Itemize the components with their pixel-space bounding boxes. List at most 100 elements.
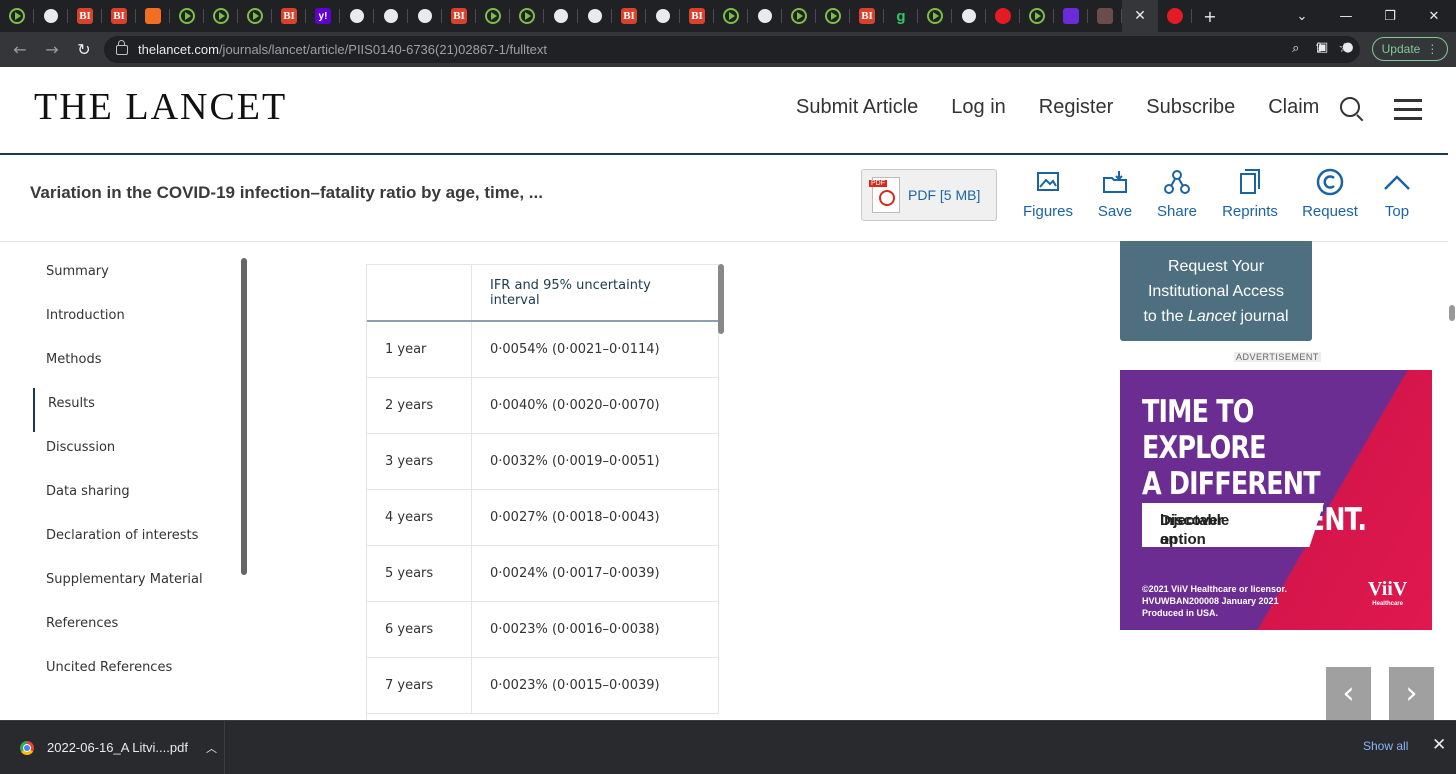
- back-button[interactable]: ←: [4, 40, 36, 59]
- article-outline: Summary Introduction Methods Results Dis…: [33, 256, 243, 696]
- request-button[interactable]: Request: [1302, 168, 1358, 220]
- top-nav: Submit Article Log in Register Subscribe…: [796, 96, 1319, 119]
- restore-icon[interactable]: ❐: [1368, 0, 1412, 32]
- browser-tab[interactable]: [1054, 0, 1088, 32]
- outline-scrollbar[interactable]: [241, 258, 247, 575]
- new-tab-icon[interactable]: +: [1192, 0, 1228, 32]
- toc-summary[interactable]: Summary: [33, 256, 243, 300]
- nav-log-in[interactable]: Log in: [951, 96, 1006, 119]
- zoom-icon[interactable]: ⌕: [1292, 41, 1299, 56]
- toc-introduction[interactable]: Introduction: [33, 300, 243, 344]
- window-close-icon[interactable]: ✕: [1412, 0, 1456, 32]
- forward-button[interactable]: →: [36, 40, 68, 59]
- reload-button[interactable]: ↻: [68, 40, 100, 59]
- top-button[interactable]: Top: [1383, 169, 1411, 220]
- browser-tab[interactable]: [0, 0, 34, 32]
- download-item[interactable]: 2022-06-16_A Litvi....pdf ︿: [0, 721, 225, 774]
- browser-tab[interactable]: BI: [272, 0, 306, 32]
- advertisement-banner[interactable]: TIME TO EXPLORE A DIFFERENT HIV TREATMEN…: [1120, 370, 1432, 630]
- browser-tab[interactable]: BI: [442, 0, 476, 32]
- chevron-up-icon[interactable]: ︿: [206, 740, 217, 756]
- browser-tab[interactable]: BI: [850, 0, 884, 32]
- toc-declaration-of-interests[interactable]: Declaration of interests: [33, 520, 243, 564]
- pdf-download-button[interactable]: PDF [5 MB]: [861, 169, 997, 221]
- browser-tab[interactable]: [170, 0, 204, 32]
- browser-tab[interactable]: [1158, 0, 1192, 32]
- table-row: 2 years 0·0040% (0·0020–0·0070): [367, 377, 719, 434]
- browser-tab[interactable]: [986, 0, 1020, 32]
- browser-tab[interactable]: [374, 0, 408, 32]
- play-favicon-icon: [485, 8, 501, 24]
- carousel-next-button[interactable]: ›: [1389, 667, 1434, 720]
- browser-tab[interactable]: [408, 0, 442, 32]
- browser-tab[interactable]: [510, 0, 544, 32]
- hamburger-menu-icon[interactable]: [1394, 99, 1422, 126]
- browser-tab[interactable]: [1020, 0, 1054, 32]
- table-scrollbar[interactable]: [718, 264, 724, 334]
- browser-tab[interactable]: BI: [102, 0, 136, 32]
- browser-tab[interactable]: [646, 0, 680, 32]
- play-favicon-icon: [723, 8, 739, 24]
- browser-tab[interactable]: BI: [612, 0, 646, 32]
- browser-tab[interactable]: BI: [680, 0, 714, 32]
- search-icon[interactable]: [1340, 97, 1360, 117]
- minimize-icon[interactable]: —: [1324, 0, 1368, 32]
- browser-tab[interactable]: [238, 0, 272, 32]
- browser-tab[interactable]: [816, 0, 850, 32]
- browser-tab[interactable]: [918, 0, 952, 32]
- browser-tab[interactable]: [204, 0, 238, 32]
- browser-tab[interactable]: [544, 0, 578, 32]
- toc-methods[interactable]: Methods: [33, 344, 243, 388]
- reprints-button[interactable]: Reprints: [1222, 169, 1278, 220]
- toc-discussion[interactable]: Discussion: [33, 432, 243, 476]
- browser-tab[interactable]: [748, 0, 782, 32]
- share-button[interactable]: Share: [1157, 169, 1197, 220]
- bi-favicon-icon: BI: [451, 8, 467, 24]
- nav-submit-article[interactable]: Submit Article: [796, 96, 918, 119]
- update-button[interactable]: Update ⋮: [1372, 37, 1448, 61]
- toc-supplementary-material[interactable]: Supplementary Material: [33, 564, 243, 608]
- tab-search-chevron-icon[interactable]: ⌄: [1280, 0, 1324, 32]
- toc-uncited-references[interactable]: Uncited References: [33, 652, 243, 696]
- browser-tab[interactable]: [578, 0, 612, 32]
- close-icon[interactable]: ✕: [1432, 735, 1446, 755]
- active-tab-close-icon[interactable]: ✕: [1122, 0, 1158, 32]
- bi-favicon-icon: BI: [77, 8, 93, 24]
- show-all-downloads-link[interactable]: Show all: [1363, 739, 1408, 753]
- profile-icon[interactable]: ●: [1342, 40, 1353, 55]
- pdf-label: PDF [5 MB]: [908, 187, 981, 203]
- table-header-row: IFR and 95% uncertainty interval: [367, 265, 719, 322]
- page-scrollbar[interactable]: [1449, 305, 1455, 321]
- browser-tab[interactable]: [136, 0, 170, 32]
- browser-tab[interactable]: y!: [306, 0, 340, 32]
- browser-tab[interactable]: [340, 0, 374, 32]
- age-cell: 7 years: [367, 657, 472, 714]
- browser-tab[interactable]: [952, 0, 986, 32]
- pdf-icon: [869, 177, 900, 213]
- side-panel-icon[interactable]: ▣: [1316, 40, 1328, 55]
- institutional-access-button[interactable]: Request Your Institutional Access to the…: [1120, 241, 1312, 341]
- save-button[interactable]: Save: [1097, 169, 1133, 220]
- lancet-logo[interactable]: THE LANCET: [34, 85, 287, 129]
- ifr-cell: 0·0027% (0·0018–0·0043): [471, 489, 719, 546]
- browser-tab[interactable]: [476, 0, 510, 32]
- ad-cta[interactable]: Discover an injectable option: [1142, 503, 1324, 547]
- browser-tab[interactable]: BI: [68, 0, 102, 32]
- nav-claim[interactable]: Claim: [1268, 96, 1319, 119]
- nav-subscribe[interactable]: Subscribe: [1146, 96, 1235, 119]
- globe-favicon-icon: [554, 9, 568, 23]
- address-bar[interactable]: thelancet.com/journals/lancet/article/PI…: [104, 36, 1360, 63]
- carousel-prev-button[interactable]: ‹: [1326, 667, 1371, 720]
- column-header-ifr: IFR and 95% uncertainty interval: [471, 265, 719, 322]
- figures-button[interactable]: Figures: [1023, 169, 1073, 220]
- toc-data-sharing[interactable]: Data sharing: [33, 476, 243, 520]
- browser-tab[interactable]: [782, 0, 816, 32]
- toc-references[interactable]: References: [33, 608, 243, 652]
- reprints-icon: [1222, 169, 1278, 195]
- toc-results[interactable]: Results: [33, 388, 243, 432]
- nav-register[interactable]: Register: [1039, 96, 1113, 119]
- browser-tab[interactable]: [714, 0, 748, 32]
- browser-tab[interactable]: [34, 0, 68, 32]
- browser-tab[interactable]: [1088, 0, 1122, 32]
- browser-tab[interactable]: g: [884, 0, 918, 32]
